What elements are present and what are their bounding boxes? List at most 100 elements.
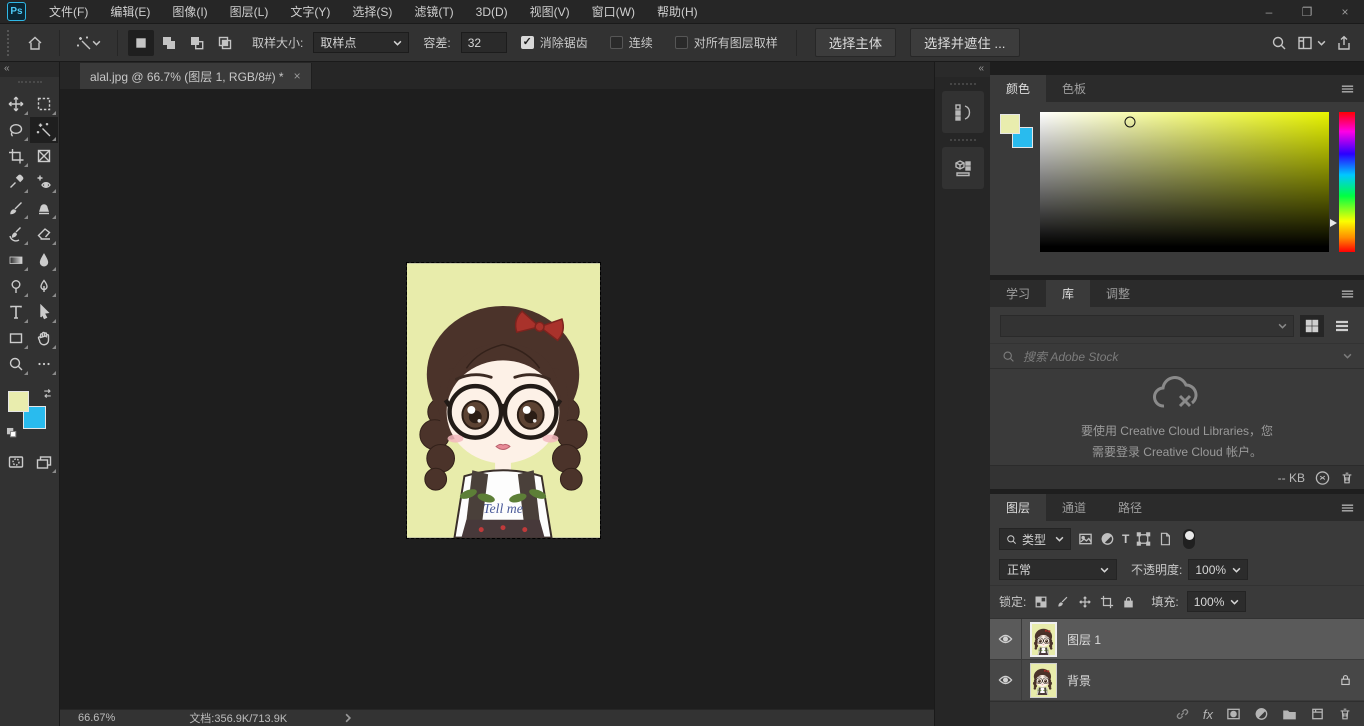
history-panel-button[interactable]	[942, 91, 984, 133]
filter-shape-layers-button[interactable]	[1136, 531, 1151, 547]
add-to-selection-mode[interactable]	[156, 30, 182, 56]
panels-collapse-header[interactable]: «	[935, 62, 990, 77]
eyedropper-tool[interactable]	[2, 169, 30, 195]
adjustment-layer-icon[interactable]	[1254, 706, 1269, 722]
anti-alias-option[interactable]: ✓ 消除锯齿	[521, 34, 588, 51]
filter-type-select[interactable]: 类型	[999, 528, 1071, 550]
tool-preset-picker[interactable]	[70, 31, 107, 55]
layer-name[interactable]: 背景	[1067, 672, 1091, 689]
clone-stamp-tool[interactable]	[30, 195, 58, 221]
hand-tool[interactable]	[30, 325, 58, 351]
edit-toolbar-ellipsis[interactable]	[30, 351, 58, 377]
type-tool[interactable]	[2, 299, 30, 325]
layer-style-icon[interactable]: fx	[1203, 707, 1213, 722]
path-selection-tool[interactable]	[30, 299, 58, 325]
document-tab[interactable]: alal.jpg @ 66.7% (图层 1, RGB/8#) * ×	[80, 63, 312, 89]
blend-mode-select[interactable]: 正常	[999, 559, 1117, 580]
screen-mode-button[interactable]	[30, 449, 58, 475]
tab-color[interactable]: 颜色	[990, 75, 1046, 102]
menu-edit[interactable]: 编辑(E)	[99, 0, 161, 24]
checkbox-checked-icon[interactable]: ✓	[521, 36, 534, 49]
select-subject-button[interactable]: 选择主体	[815, 28, 896, 57]
hue-slider[interactable]	[1339, 112, 1355, 252]
hue-slider-arrow[interactable]	[1330, 219, 1341, 227]
canvas-document[interactable]: Tell me	[406, 262, 601, 539]
default-colors-icon[interactable]	[6, 427, 18, 439]
fill-field[interactable]: 100%	[1187, 591, 1247, 612]
crop-tool[interactable]	[2, 143, 30, 169]
frame-tool[interactable]	[30, 143, 58, 169]
rectangle-tool[interactable]	[2, 325, 30, 351]
home-button[interactable]	[21, 31, 49, 55]
grid-view-button[interactable]	[1300, 315, 1324, 337]
foreground-color-swatch[interactable]	[1000, 114, 1020, 134]
tab-paths[interactable]: 路径	[1102, 494, 1158, 521]
layer-filter-toggle[interactable]	[1183, 529, 1195, 549]
filter-pixel-layers-button[interactable]	[1078, 531, 1093, 547]
panel-menu-icon[interactable]	[1340, 280, 1364, 307]
tab-adjustments[interactable]: 调整	[1090, 280, 1146, 307]
blur-tool[interactable]	[30, 247, 58, 273]
library-select[interactable]	[1000, 315, 1294, 337]
foreground-color-swatch[interactable]	[8, 391, 29, 412]
creative-cloud-sync-icon[interactable]	[1315, 470, 1330, 486]
contiguous-option[interactable]: 连续	[610, 34, 653, 51]
brush-tool[interactable]	[2, 195, 30, 221]
status-chevron-icon[interactable]	[344, 713, 352, 723]
close-document-icon[interactable]: ×	[294, 69, 301, 83]
swap-colors-icon[interactable]	[41, 387, 54, 400]
panel-menu-icon[interactable]	[1340, 494, 1364, 521]
intersect-selection-mode[interactable]	[212, 30, 238, 56]
share-icon[interactable]	[1336, 35, 1352, 51]
menu-file[interactable]: 文件(F)	[38, 0, 99, 24]
layer-row-2[interactable]: 背景	[990, 660, 1364, 701]
menu-view[interactable]: 视图(V)	[519, 0, 581, 24]
menu-type[interactable]: 文字(Y)	[279, 0, 341, 24]
menu-filter[interactable]: 滤镜(T)	[403, 0, 464, 24]
lock-pixels-button[interactable]	[1056, 594, 1070, 610]
zoom-level-field[interactable]: 66.67%	[60, 712, 125, 724]
filter-type-layers-button[interactable]: T	[1122, 532, 1129, 546]
saturation-brightness-field[interactable]	[1040, 112, 1329, 252]
tab-swatches[interactable]: 色板	[1046, 75, 1102, 102]
menu-layer[interactable]: 图层(L)	[219, 0, 280, 24]
zoom-tool[interactable]	[2, 351, 30, 377]
marquee-tool[interactable]	[30, 91, 58, 117]
tab-channels[interactable]: 通道	[1046, 494, 1102, 521]
layer-visibility-toggle[interactable]	[990, 619, 1022, 659]
layer-thumbnail[interactable]	[1030, 622, 1057, 657]
move-tool[interactable]	[2, 91, 30, 117]
tab-learn[interactable]: 学习	[990, 280, 1046, 307]
trash-icon[interactable]	[1340, 470, 1354, 486]
eraser-tool[interactable]	[30, 221, 58, 247]
subtract-from-selection-mode[interactable]	[184, 30, 210, 56]
restore-button[interactable]: ❐	[1288, 0, 1326, 24]
panel-menu-icon[interactable]	[1340, 75, 1364, 102]
lock-transparency-button[interactable]	[1034, 594, 1048, 610]
sample-size-select[interactable]: 取样点	[313, 32, 409, 53]
menu-select[interactable]: 选择(S)	[341, 0, 403, 24]
history-brush-tool[interactable]	[2, 221, 30, 247]
lock-all-button[interactable]	[1122, 594, 1135, 610]
checkbox-unchecked-icon[interactable]	[675, 36, 688, 49]
filter-smart-objects-button[interactable]	[1158, 531, 1172, 547]
new-selection-mode[interactable]	[128, 30, 154, 56]
new-layer-icon[interactable]	[1310, 706, 1325, 722]
menu-image[interactable]: 图像(I)	[161, 0, 218, 24]
lock-position-button[interactable]	[1078, 594, 1092, 610]
layer-row-1[interactable]: 图层 1	[990, 619, 1364, 660]
select-and-mask-button[interactable]: 选择并遮住 ...	[910, 28, 1019, 57]
opacity-field[interactable]: 100%	[1188, 559, 1248, 580]
layer-name[interactable]: 图层 1	[1067, 631, 1101, 648]
magic-wand-tool[interactable]	[30, 117, 58, 143]
list-view-button[interactable]	[1330, 315, 1354, 337]
canvas-pasteboard[interactable]: Tell me	[60, 89, 934, 709]
color-picker-ring[interactable]	[1124, 116, 1135, 127]
workspace-switcher[interactable]	[1297, 35, 1326, 51]
checkbox-unchecked-icon[interactable]	[610, 36, 623, 49]
link-layers-icon[interactable]	[1175, 706, 1190, 722]
layer-visibility-toggle[interactable]	[990, 660, 1022, 700]
filter-adjustment-layers-button[interactable]	[1100, 531, 1115, 547]
lock-artboard-button[interactable]	[1100, 594, 1114, 610]
tab-libraries[interactable]: 库	[1046, 280, 1090, 307]
